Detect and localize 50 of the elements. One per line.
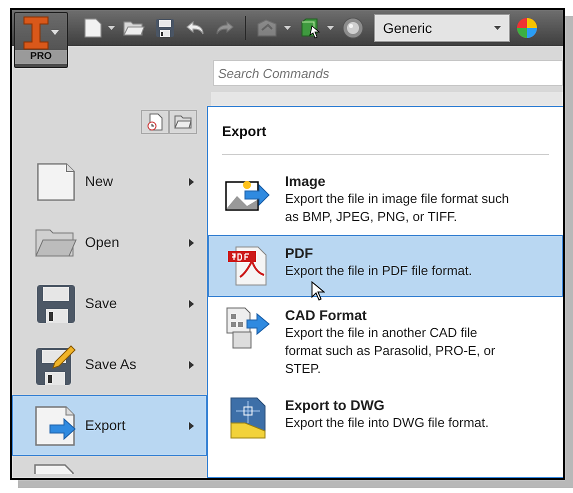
option-title: CAD Format: [285, 306, 368, 324]
app-menu-button[interactable]: PRO: [14, 12, 68, 68]
option-title: Export to DWG: [285, 396, 386, 414]
submenu-arrow-icon: [189, 178, 194, 186]
submenu-title: Export: [222, 121, 549, 155]
menu-item[interactable]: Save As: [12, 334, 207, 395]
menu-item[interactable]: New: [12, 151, 207, 212]
caret-icon: [327, 26, 334, 30]
menu-item[interactable]: Export: [12, 395, 207, 456]
material-sphere-icon: [342, 17, 364, 39]
open-folder-button[interactable]: [169, 110, 197, 134]
document-clock-icon: [147, 113, 163, 131]
option-description: Export the file in image file format such as BMP, JPEG, PNG, or TIFF.: [285, 190, 509, 226]
option-title: PDF: [285, 244, 314, 262]
caret-icon: [494, 26, 501, 30]
undo-arrow-icon: [185, 20, 205, 36]
option-title: Image: [285, 172, 326, 190]
logo-icon: [23, 16, 49, 50]
open-folder-icon: [34, 228, 78, 258]
submenu-arrow-icon: [189, 422, 194, 430]
export-option[interactable]: Image Export the file in image file format such as BMP, JPEG, PNG, or TIFF.: [208, 163, 563, 235]
search-field[interactable]: Search Commands: [213, 60, 563, 86]
folder-icon: [123, 20, 145, 36]
new-document-icon: [35, 162, 77, 202]
export-option[interactable]: Export to DWG Export the file into DWG file format.: [208, 387, 563, 449]
option-description: Export the file in PDF file format.: [285, 262, 472, 280]
document-icon: [33, 464, 77, 474]
blocks-arrow-icon: [225, 306, 271, 350]
option-description: Export the file into DWG file format.: [285, 414, 489, 432]
new-document-icon: [84, 18, 102, 38]
caret-icon: [108, 26, 115, 30]
floppy-disk-pencil-icon: [35, 344, 77, 386]
menu-item[interactable]: Save: [12, 273, 207, 334]
folder-icon: [174, 115, 192, 129]
submenu-arrow-icon: [189, 238, 194, 246]
redo-arrow-icon: [215, 20, 235, 36]
submenu-arrow-icon: [189, 360, 194, 368]
menu-item[interactable]: Open: [12, 212, 207, 273]
blueprint-document-icon: [230, 397, 266, 439]
export-option[interactable]: CAD Format Export the file in another CAD file format such as Parasolid, PRO-E, or STEP.: [208, 297, 563, 387]
caret-icon: [51, 30, 59, 35]
caret-icon: [284, 26, 291, 30]
box-cursor-icon: [299, 17, 321, 39]
mouse-pointer-icon: [311, 281, 325, 301]
option-description: Export the file in another CAD file format such as Parasolid, PRO-E, or STEP.: [285, 324, 496, 378]
color-wheel-icon: [516, 17, 538, 39]
recent-documents-button[interactable]: [141, 110, 169, 134]
submenu-arrow-icon: [189, 300, 194, 308]
document-sync-icon: [256, 18, 278, 38]
style-dropdown[interactable]: Generic: [374, 14, 510, 42]
